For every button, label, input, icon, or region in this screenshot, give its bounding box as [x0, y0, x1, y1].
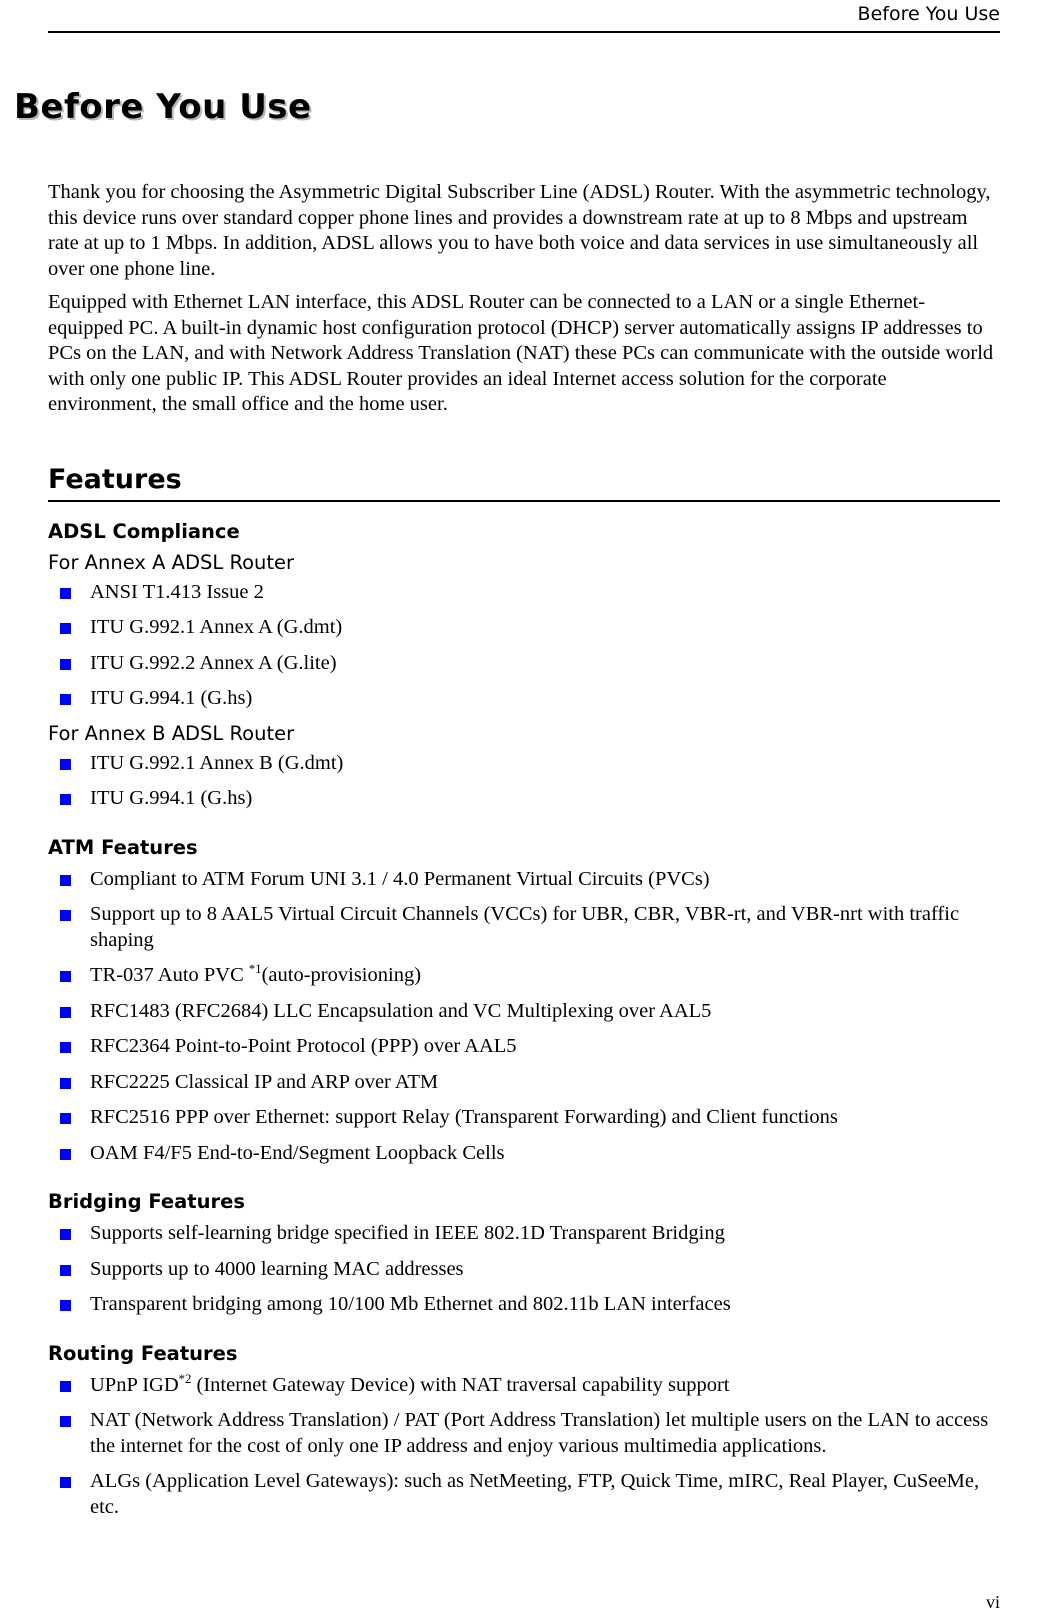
atm-features-heading: ATM Features	[48, 835, 198, 859]
list-item-label: RFC2225 Classical IP and ARP over ATM	[90, 1070, 439, 1093]
annex-a-label: For Annex A ADSL Router	[48, 550, 295, 574]
list-item-label: Supports self-learning bridge specified …	[90, 1222, 725, 1244]
square-bullet-icon	[60, 694, 71, 705]
list-item-label: ITU G.992.2 Annex A (G.lite)	[90, 651, 337, 674]
list-item-label: RFC2364 Point-to-Point Protocol (PPP) ov…	[90, 1035, 517, 1057]
list-item: Support up to 8 AAL5 Virtual Circuit Cha…	[48, 902, 1000, 953]
annex-a-list: ANSI T1.413 Issue 2 ITU G.992.1 Annex A …	[48, 580, 1000, 712]
list-item-label: NAT (Network Address Translation) / PAT …	[90, 1409, 989, 1457]
list-item: NAT (Network Address Translation) / PAT …	[48, 1408, 1000, 1459]
list-item-label: Transparent bridging among 10/100 Mb Eth…	[90, 1293, 731, 1315]
list-item: ITU G.992.2 Annex A (G.lite)	[48, 651, 1000, 677]
list-item: ANSI T1.413 Issue 2	[48, 580, 1000, 606]
routing-features-heading: Routing Features	[48, 1341, 238, 1365]
list-item: Supports self-learning bridge specified …	[48, 1221, 1000, 1247]
square-bullet-icon	[60, 1416, 71, 1427]
square-bullet-icon	[60, 587, 71, 599]
list-item: RFC2225 Classical IP and ARP over ATM	[48, 1070, 1000, 1096]
square-bullet-icon	[60, 1477, 71, 1488]
page-number: vi	[985, 1592, 1000, 1612]
list-item-label: Supports up to 4000 learning MAC address…	[90, 1257, 464, 1280]
square-bullet-icon	[60, 971, 71, 982]
list-item-label: ITU G.992.1 Annex A (G.dmt)	[90, 616, 343, 638]
list-item: ITU G.992.1 Annex B (G.dmt)	[48, 751, 1000, 777]
list-item-label: ANSI T1.413 Issue 2	[90, 580, 264, 603]
atm-features-list: Compliant to ATM Forum UNI 3.1 / 4.0 Per…	[48, 867, 1000, 1167]
list-item: OAM F4/F5 End-to-End/Segment Loopback Ce…	[48, 1141, 1000, 1167]
list-item: RFC2516 PPP over Ethernet: support Relay…	[48, 1105, 1000, 1131]
features-heading: Features	[48, 463, 182, 495]
bridging-features-list: Supports self-learning bridge specified …	[48, 1221, 1000, 1318]
square-bullet-icon	[60, 1380, 71, 1392]
page-title: Before You Use	[14, 86, 312, 127]
document-page: Before You Use Before You Use Thank you …	[0, 0, 1040, 1617]
routing-features-list: UPnP IGD*2 (Internet Gateway Device) wit…	[48, 1371, 1000, 1521]
list-item: RFC1483 (RFC2684) LLC Encapsulation and …	[48, 999, 1000, 1025]
document-content: Thank you for choosing the Asymmetric Di…	[48, 180, 1000, 1530]
list-item-upnp: UPnP IGD*2 (Internet Gateway Device) wit…	[48, 1371, 1000, 1399]
footnote-reference-1: *1	[248, 962, 262, 977]
square-bullet-icon	[60, 1006, 71, 1018]
square-bullet-icon	[60, 1300, 71, 1311]
square-bullet-icon	[60, 1148, 71, 1160]
square-bullet-icon	[60, 758, 71, 770]
list-item-label: ITU G.992.1 Annex B (G.dmt)	[90, 751, 344, 774]
list-item-label: Support up to 8 AAL5 Virtual Circuit Cha…	[90, 903, 960, 951]
footnote-reference-2: *2	[178, 1371, 192, 1386]
list-item-label-after: (auto-provisioning)	[261, 964, 422, 986]
adsl-compliance-heading: ADSL Compliance	[48, 519, 240, 543]
intro-paragraph-1: Thank you for choosing the Asymmetric Di…	[48, 181, 991, 280]
square-bullet-icon	[60, 794, 71, 805]
square-bullet-icon	[60, 623, 71, 634]
intro-paragraph-2: Equipped with Ethernet LAN interface, th…	[48, 291, 994, 415]
square-bullet-icon	[60, 1077, 71, 1089]
list-item: Compliant to ATM Forum UNI 3.1 / 4.0 Per…	[48, 867, 1000, 893]
square-bullet-icon	[60, 658, 71, 670]
running-header-title: Before You Use	[857, 3, 1000, 25]
annex-b-label: For Annex B ADSL Router	[48, 721, 295, 745]
list-item: ITU G.992.1 Annex A (G.dmt)	[48, 615, 1000, 641]
running-header: Before You Use	[48, 0, 1000, 34]
list-item-label: Compliant to ATM Forum UNI 3.1 / 4.0 Per…	[90, 867, 710, 890]
square-bullet-icon	[60, 1042, 71, 1053]
list-item-label-after: (Internet Gateway Device) with NAT trave…	[191, 1373, 730, 1396]
list-item-label: RFC1483 (RFC2684) LLC Encapsulation and …	[90, 999, 712, 1022]
list-item: Supports up to 4000 learning MAC address…	[48, 1257, 1000, 1283]
features-section-header: Features	[48, 464, 1000, 502]
list-item-label: OAM F4/F5 End-to-End/Segment Loopback Ce…	[90, 1141, 505, 1164]
square-bullet-icon	[60, 1113, 71, 1124]
page-footer: vi	[48, 1591, 1000, 1613]
features-heading-rule	[48, 499, 1000, 502]
list-item-label: RFC2516 PPP over Ethernet: support Relay…	[90, 1106, 838, 1128]
list-item: ITU G.994.1 (G.hs)	[48, 786, 1000, 812]
list-item-label: ITU G.994.1 (G.hs)	[90, 687, 253, 709]
list-item: RFC2364 Point-to-Point Protocol (PPP) ov…	[48, 1034, 1000, 1060]
list-item-label: ITU G.994.1 (G.hs)	[90, 787, 253, 809]
square-bullet-icon	[60, 1229, 71, 1240]
list-item-label-before: UPnP IGD	[90, 1373, 179, 1396]
square-bullet-icon	[60, 1264, 71, 1276]
list-item: ITU G.994.1 (G.hs)	[48, 686, 1000, 712]
list-item-label-before: TR-037 Auto PVC	[90, 964, 249, 986]
list-item: ALGs (Application Level Gateways): such …	[48, 1469, 1000, 1520]
square-bullet-icon	[60, 910, 71, 921]
list-item: Transparent bridging among 10/100 Mb Eth…	[48, 1292, 1000, 1318]
list-item-auto-pvc: TR-037 Auto PVC *1(auto-provisioning)	[48, 963, 1000, 989]
annex-b-list: ITU G.992.1 Annex B (G.dmt) ITU G.994.1 …	[48, 751, 1000, 812]
header-rule	[48, 31, 1000, 33]
list-item-label: ALGs (Application Level Gateways): such …	[90, 1470, 980, 1518]
bridging-features-heading: Bridging Features	[48, 1190, 245, 1213]
square-bullet-icon	[60, 874, 71, 886]
